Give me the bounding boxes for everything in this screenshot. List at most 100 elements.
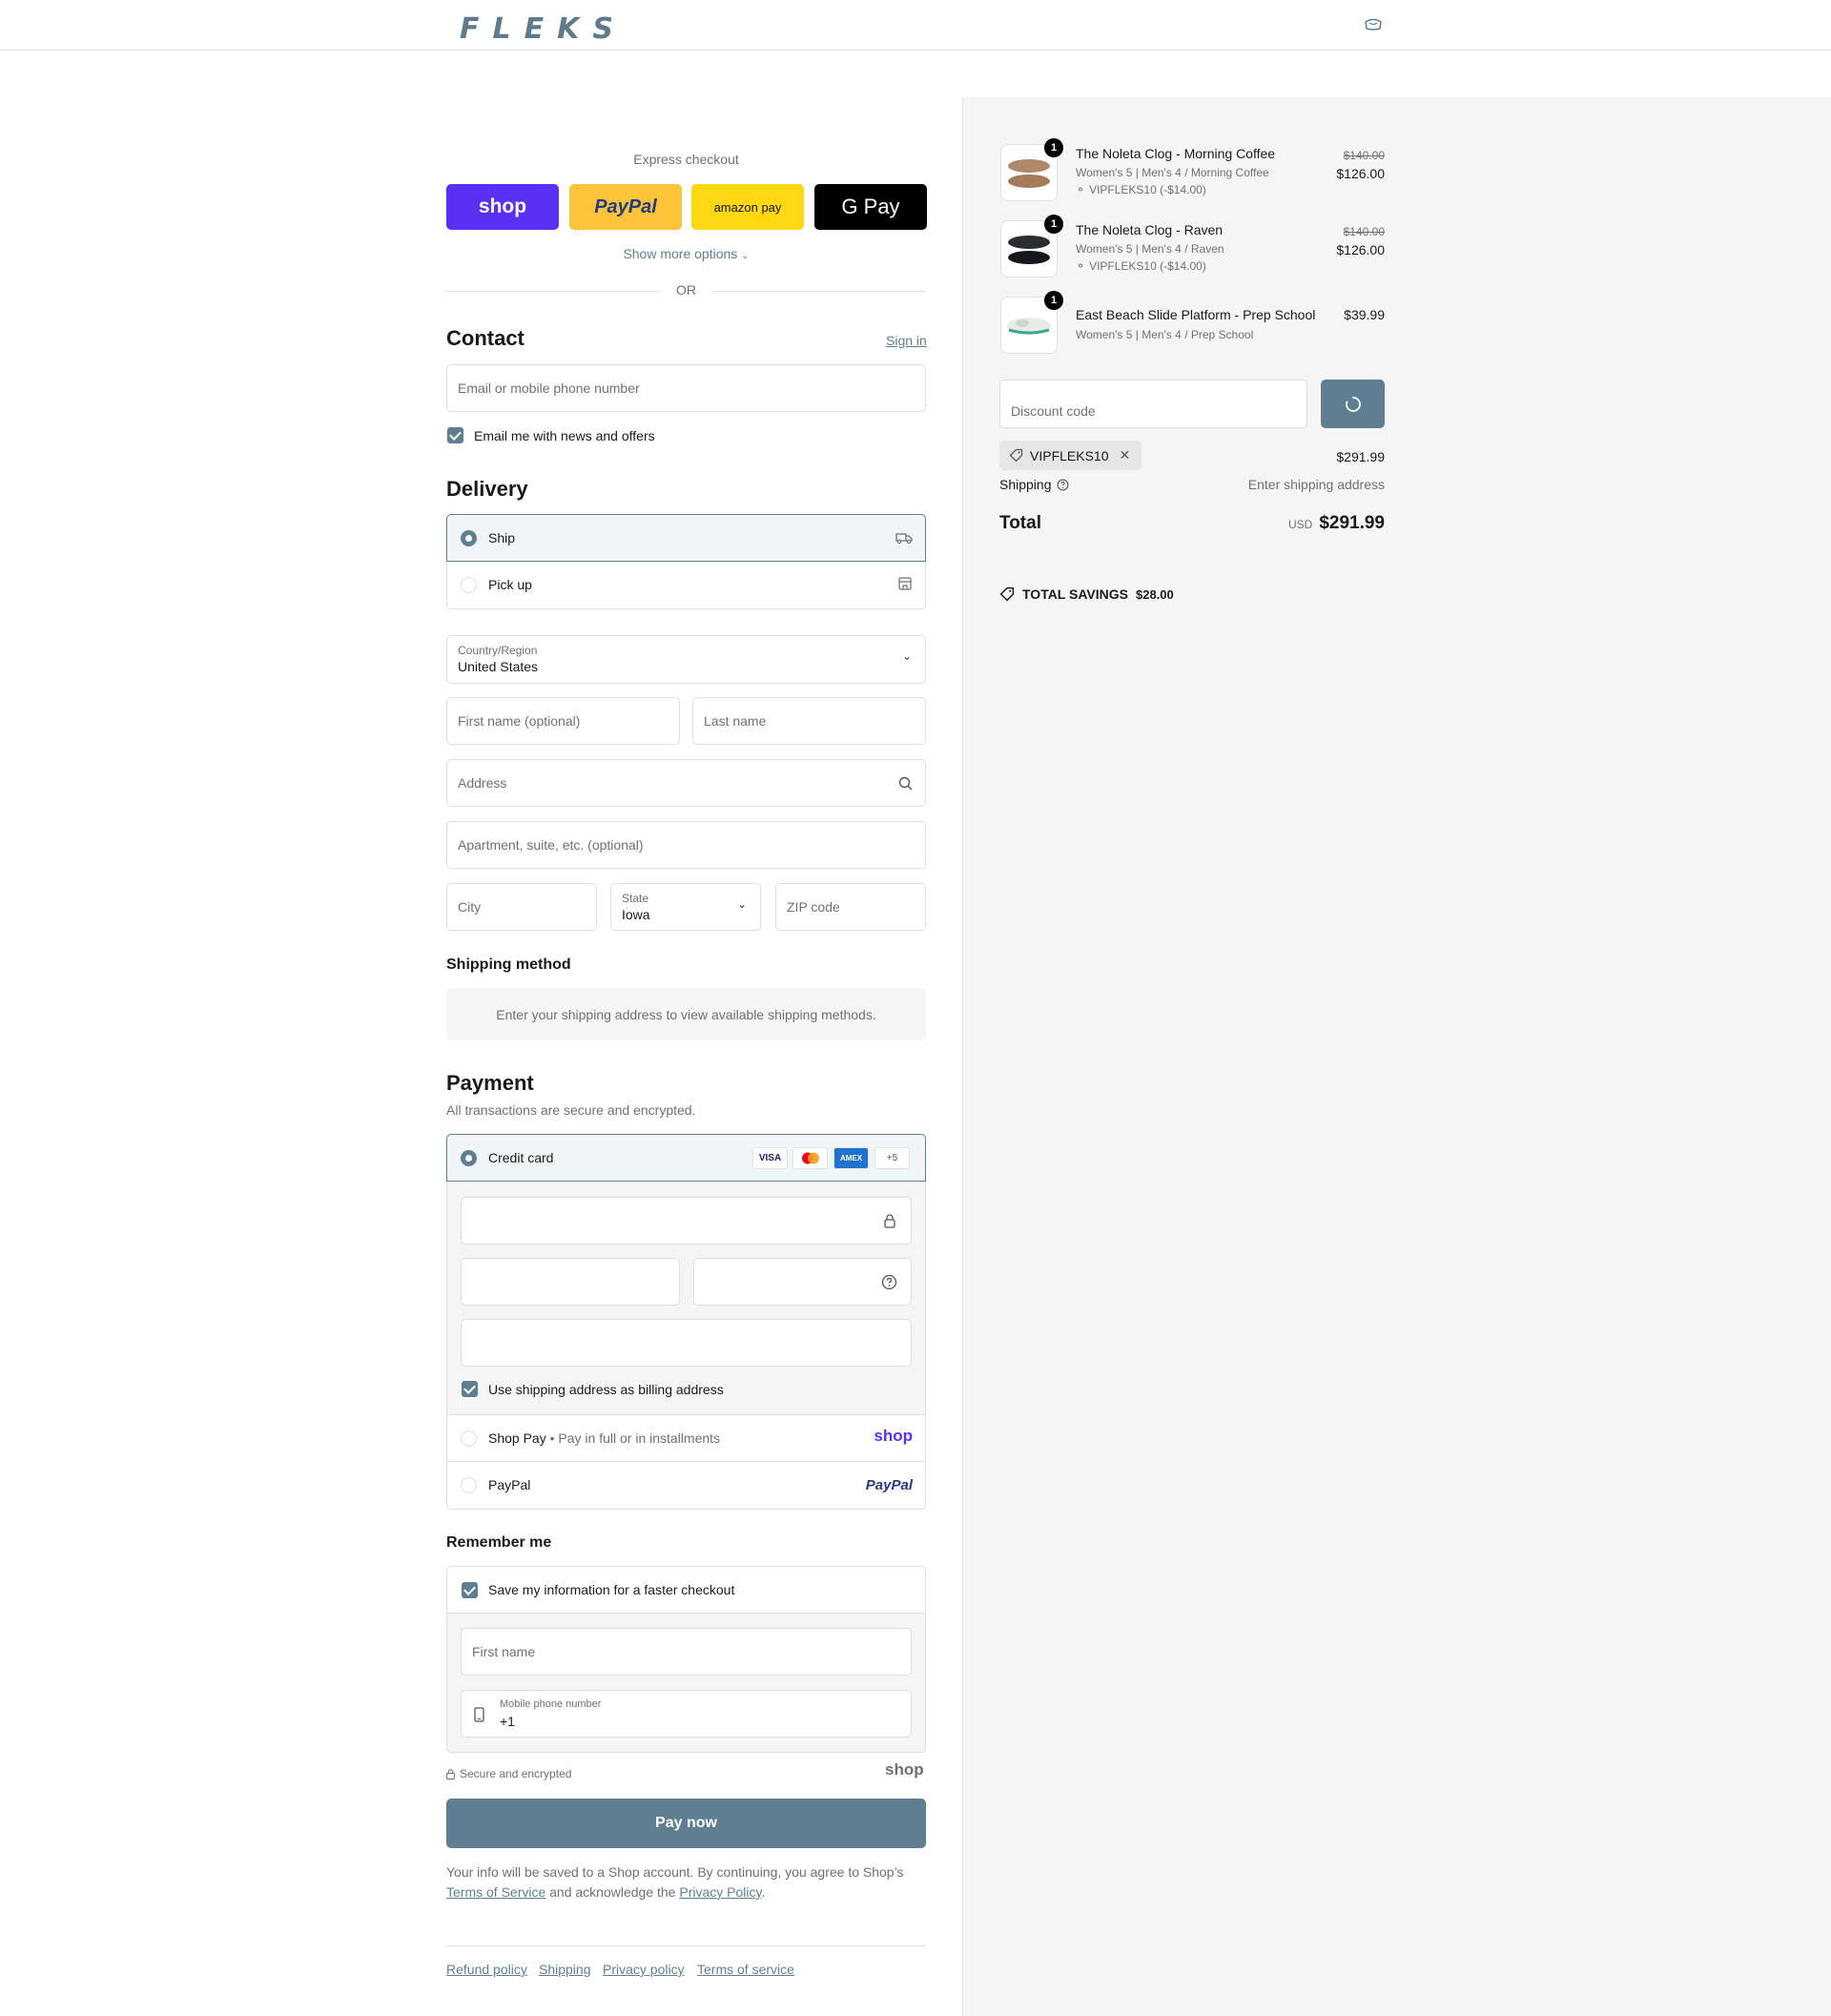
- shipping-row-label: Shipping: [999, 477, 1069, 492]
- product-thumbnail: 1: [1000, 291, 1063, 354]
- brand-logo[interactable]: FLEKS: [460, 12, 627, 46]
- shop-logo: shop: [885, 1760, 924, 1779]
- remove-discount-icon[interactable]: ✕: [1120, 447, 1131, 463]
- shop-pay-subtitle: Pay in full or in installments: [558, 1430, 721, 1446]
- save-info-option[interactable]: Save my information for a faster checkou…: [446, 1566, 926, 1614]
- discount-code-field[interactable]: Discount code: [999, 380, 1307, 428]
- shop-terms-link[interactable]: Terms of Service: [446, 1884, 545, 1900]
- product-thumbnail: 1: [1000, 138, 1063, 201]
- last-name-field[interactable]: Last name: [692, 697, 926, 745]
- product-variant: Women's 5 | Men's 4 / Raven: [1076, 242, 1224, 256]
- amazon-pay-express-button[interactable]: amazon pay: [691, 184, 804, 230]
- applied-discount-tag: VIPFLEKS10 ✕: [999, 441, 1142, 470]
- billing-same-checkbox[interactable]: [462, 1381, 478, 1397]
- pickup-option[interactable]: Pick up: [446, 562, 926, 609]
- shop-pay-option[interactable]: Shop Pay • Pay in full or in installment…: [446, 1414, 926, 1462]
- city-field[interactable]: City: [446, 883, 597, 931]
- ship-option[interactable]: Ship: [446, 514, 926, 562]
- name-on-card-field[interactable]: [461, 1319, 912, 1367]
- terms-of-service-link[interactable]: Terms of service: [697, 1962, 794, 1977]
- email-field[interactable]: Email or mobile phone number: [446, 364, 926, 412]
- mobile-phone-field[interactable]: Mobile phone number +1: [461, 1690, 912, 1738]
- apply-discount-button[interactable]: [1321, 380, 1385, 428]
- remember-first-name-field[interactable]: First name: [461, 1628, 912, 1676]
- tag-icon: ⚬: [1076, 259, 1086, 273]
- ship-label: Ship: [488, 530, 516, 545]
- paypal-option[interactable]: PayPal PayPal: [446, 1462, 926, 1510]
- lock-icon: [884, 1214, 895, 1228]
- shop-pay-text: Shop Pay • Pay in full or in installment…: [488, 1430, 721, 1446]
- card-number-field[interactable]: [461, 1197, 912, 1245]
- product-thumbnail: 1: [1000, 215, 1063, 278]
- truck-icon: [895, 533, 913, 545]
- help-circle-icon[interactable]: [1057, 479, 1069, 491]
- shop-pay-express-button[interactable]: shop: [446, 184, 559, 230]
- address-field[interactable]: Address: [446, 759, 926, 807]
- shop-pay-label: Shop Pay: [488, 1430, 546, 1446]
- amex-icon: AMEX: [833, 1147, 869, 1169]
- email-placeholder: Email or mobile phone number: [458, 381, 640, 396]
- tag-icon: ⚬: [1076, 183, 1086, 196]
- shipping-method-notice: Enter your shipping address to view avai…: [446, 988, 926, 1040]
- ship-radio[interactable]: [461, 530, 477, 546]
- product-discount: ⚬ VIPFLEKS10 (-$14.00): [1076, 183, 1206, 196]
- footer-divider: [446, 1945, 926, 1946]
- google-pay-express-button[interactable]: G Pay: [814, 184, 927, 230]
- secure-encrypted-note: Secure and encrypted: [446, 1767, 571, 1780]
- paypal-express-button[interactable]: PayPal: [569, 184, 682, 230]
- visa-icon: VISA: [752, 1147, 788, 1169]
- legal-middle: and acknowledge the: [549, 1884, 676, 1900]
- shop-pay-logo: shop: [874, 1427, 913, 1445]
- shipping-value: Enter shipping address: [1247, 477, 1385, 492]
- loading-spinner-icon: [1345, 396, 1361, 412]
- product-name: East Beach Slide Platform - Prep School: [1076, 307, 1316, 322]
- security-code-field[interactable]: [693, 1258, 912, 1306]
- original-price: $140.00: [1343, 225, 1385, 238]
- tag-icon: [1009, 448, 1023, 463]
- zip-field[interactable]: ZIP code: [775, 883, 926, 931]
- country-value: United States: [458, 659, 539, 674]
- apartment-field[interactable]: Apartment, suite, etc. (optional): [446, 821, 926, 869]
- bag-icon[interactable]: [1364, 17, 1383, 31]
- divider: [711, 291, 926, 292]
- product-price: $126.00: [1336, 242, 1385, 257]
- mobile-phone-label: Mobile phone number: [500, 1698, 602, 1710]
- shipping-label: Shipping: [999, 477, 1052, 492]
- savings-label: TOTAL SAVINGS: [1022, 586, 1128, 602]
- paypal-radio[interactable]: [461, 1477, 477, 1493]
- tag-icon: [999, 586, 1015, 602]
- applied-code-label: VIPFLEKS10: [1030, 447, 1109, 463]
- country-select[interactable]: Country/Region United States ⌄: [446, 635, 926, 684]
- contact-heading: Contact: [446, 326, 525, 350]
- expiration-field[interactable]: [461, 1258, 680, 1306]
- refund-policy-link[interactable]: Refund policy: [446, 1962, 527, 1977]
- country-label: Country/Region: [458, 644, 538, 657]
- show-more-options-link[interactable]: Show more options ⌄: [446, 246, 926, 261]
- help-circle-icon[interactable]: [881, 1274, 897, 1290]
- store-icon: [898, 577, 912, 590]
- product-price: $39.99: [1344, 307, 1385, 322]
- save-info-label: Save my information for a faster checkou…: [488, 1582, 735, 1597]
- lock-icon: [446, 1768, 455, 1779]
- pay-now-button[interactable]: Pay now: [446, 1799, 926, 1848]
- mastercard-icon: [792, 1147, 828, 1169]
- shop-pay-radio[interactable]: [461, 1430, 477, 1447]
- first-name-field[interactable]: First name (optional): [446, 697, 680, 745]
- product-variant: Women's 5 | Men's 4 / Morning Coffee: [1076, 166, 1269, 179]
- state-select[interactable]: State Iowa ⌄: [610, 883, 761, 931]
- newsletter-checkbox[interactable]: [447, 427, 463, 443]
- sign-in-link[interactable]: Sign in: [886, 333, 927, 348]
- pickup-radio[interactable]: [461, 577, 477, 593]
- mobile-phone-value: +1: [500, 1714, 515, 1729]
- last-name-placeholder: Last name: [704, 713, 767, 729]
- shipping-policy-link[interactable]: Shipping: [539, 1962, 591, 1977]
- legal-end: .: [761, 1884, 766, 1900]
- chevron-down-icon: ⌄: [741, 251, 750, 261]
- discount-code-placeholder: Discount code: [1011, 403, 1096, 419]
- save-info-checkbox[interactable]: [462, 1582, 478, 1598]
- more-card-brands: +5: [874, 1147, 910, 1169]
- privacy-policy-link[interactable]: Privacy policy: [603, 1962, 685, 1977]
- chevron-down-icon: ⌄: [901, 649, 912, 663]
- shop-privacy-link[interactable]: Privacy Policy: [679, 1884, 761, 1900]
- credit-card-radio[interactable]: [461, 1150, 477, 1166]
